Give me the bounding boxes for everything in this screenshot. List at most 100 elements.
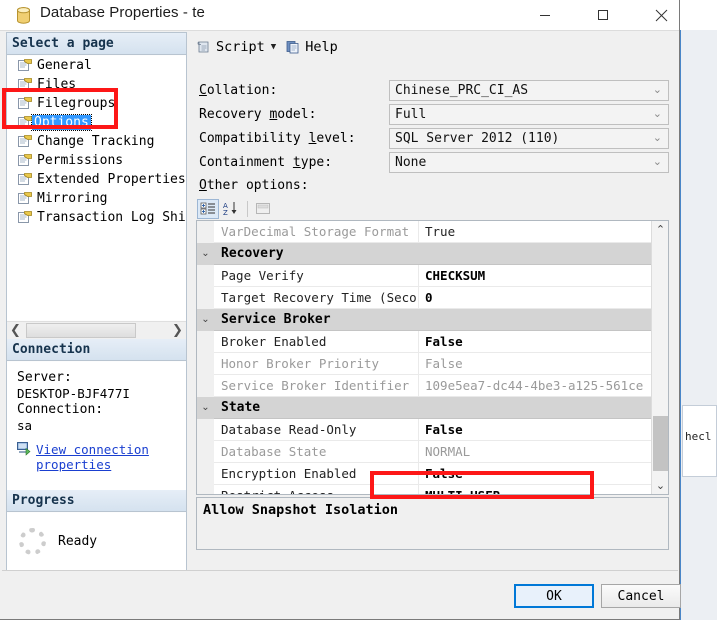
row-gutter (197, 286, 214, 309)
script-label[interactable]: Script (216, 39, 265, 55)
expander-icon[interactable]: ⌄ (197, 396, 214, 419)
page-icon (18, 59, 32, 72)
property-description-pane: Allow Snapshot Isolation (196, 497, 669, 550)
chevron-down-icon[interactable]: ⌄ (653, 83, 662, 96)
compatibility-level-combobox[interactable]: SQL Server 2012 (110) ⌄ (389, 127, 669, 149)
property-row[interactable]: Page Verify CHECKSUM (197, 264, 653, 287)
expander-icon[interactable]: ⌄ (197, 242, 214, 265)
property-value[interactable]: False (419, 463, 653, 485)
progress-header: Progress (7, 490, 186, 512)
sidebar-item-filegroups[interactable]: Filegroups (7, 94, 186, 113)
page-icon (18, 211, 32, 224)
row-gutter (197, 462, 214, 485)
sidebar-item-general[interactable]: General (7, 56, 186, 75)
compatibility-level-row: Compatibility level: SQL Server 2012 (11… (199, 127, 669, 149)
property-grid-scrollbar[interactable]: ⌃ ⌄ (651, 221, 668, 494)
property-value[interactable]: True (419, 221, 653, 243)
property-value[interactable]: MULTI_USER (419, 485, 653, 495)
chevron-down-icon[interactable]: ⌄ (653, 107, 662, 120)
collation-combobox[interactable]: Chinese_PRC_CI_AS ⌄ (389, 79, 669, 101)
sidebar-item-label: Filegroups (37, 96, 116, 111)
sidebar-item-extended-properties[interactable]: Extended Properties (7, 170, 186, 189)
property-row[interactable]: Database State NORMAL (197, 440, 653, 463)
property-name: Service Broker Identifier (214, 374, 419, 397)
property-name: Restrict Access (214, 484, 419, 494)
database-properties-dialog: Database Properties - te Select a page G… (0, 0, 681, 620)
property-value[interactable]: 109e5ea7-dc44-4be3-a125-561ce (419, 375, 653, 397)
close-button[interactable] (638, 0, 684, 30)
property-category-row[interactable]: ⌄ State (197, 396, 653, 419)
property-value[interactable]: False (419, 419, 653, 441)
maximize-button[interactable] (580, 0, 626, 30)
sidebar-item-mirroring[interactable]: Mirroring (7, 189, 186, 208)
chevron-down-icon[interactable]: ▼ (269, 42, 282, 52)
property-row[interactable]: Service Broker Identifier 109e5ea7-dc44-4… (197, 374, 653, 397)
property-name: Service Broker (221, 311, 331, 327)
script-button[interactable]: Script (193, 36, 269, 58)
property-row[interactable]: Encryption Enabled False (197, 462, 653, 485)
containment-type-combobox[interactable]: None ⌄ (389, 151, 669, 173)
help-label[interactable]: Help (305, 39, 338, 55)
property-pages-icon[interactable] (252, 199, 274, 219)
property-value[interactable]: 0 (419, 287, 653, 309)
ok-button[interactable]: OK (514, 584, 594, 608)
sidebar-item-label: Permissions (37, 153, 124, 168)
property-value[interactable]: False (419, 331, 653, 353)
property-name: Recovery (221, 245, 284, 261)
window-title: Database Properties - te (40, 4, 205, 21)
scroll-right-icon[interactable]: ❯ (169, 322, 186, 339)
sidebar-item-change-tracking[interactable]: Change Tracking (7, 132, 186, 151)
property-name: Honor Broker Priority (214, 352, 419, 375)
background-window-right-text: hecl (682, 405, 717, 477)
property-grid-rows[interactable]: VarDecimal Storage Format True ⌄ Recovery Pa… (197, 221, 668, 495)
row-gutter (197, 440, 214, 463)
collation-value: Chinese_PRC_CI_AS (395, 82, 529, 98)
property-category-row[interactable]: ⌄ Service Broker (197, 308, 653, 331)
cancel-button[interactable]: Cancel (601, 584, 681, 608)
property-row[interactable]: Broker Enabled False (197, 330, 653, 353)
select-page-header: Select a page (7, 33, 186, 55)
sidebar-horizontal-scrollbar[interactable]: ❮ ❯ (7, 321, 186, 339)
scroll-left-icon[interactable]: ❮ (7, 322, 24, 339)
property-description-title: Allow Snapshot Isolation (203, 502, 399, 518)
svg-text:Z: Z (223, 209, 228, 216)
recovery-model-value: Full (395, 106, 427, 122)
property-category-row[interactable]: ⌄ Recovery (197, 242, 653, 265)
property-row[interactable]: Restrict Access MULTI_USER (197, 484, 653, 495)
scrollbar-thumb[interactable] (653, 416, 668, 471)
property-value[interactable]: CHECKSUM (419, 265, 653, 287)
page-icon (18, 154, 32, 167)
recovery-model-row: Recovery model: Full ⌄ (199, 103, 669, 125)
sidebar-item-files[interactable]: Files (7, 75, 186, 94)
view-connection-properties-link[interactable]: View connection properties (17, 442, 186, 472)
property-grid[interactable]: VarDecimal Storage Format True ⌄ Recovery Pa… (196, 220, 669, 495)
server-label: Server: (17, 370, 72, 385)
containment-type-row: Containment type: None ⌄ (199, 151, 669, 173)
sidebar-item-options[interactable]: Options (7, 113, 186, 132)
categorized-view-icon[interactable] (197, 198, 219, 219)
property-row[interactable]: VarDecimal Storage Format True (197, 221, 653, 243)
expander-icon[interactable]: ⌄ (197, 308, 214, 331)
property-row[interactable]: Database Read-Only False (197, 418, 653, 441)
chevron-down-icon[interactable]: ⌄ (653, 131, 662, 144)
sidebar-item-permissions[interactable]: Permissions (7, 151, 186, 170)
property-row[interactable]: Honor Broker Priority False (197, 352, 653, 375)
property-value[interactable]: False (419, 353, 653, 375)
row-gutter (197, 330, 214, 353)
help-button[interactable]: Help (282, 36, 342, 58)
chevron-down-icon[interactable]: ⌄ (653, 155, 662, 168)
server-value: DESKTOP-BJF477I (17, 386, 130, 401)
page-icon (18, 116, 32, 129)
recovery-model-combobox[interactable]: Full ⌄ (389, 103, 669, 125)
minimize-button[interactable] (522, 0, 568, 30)
alphabetical-sort-icon[interactable]: A Z (220, 199, 242, 219)
sidebar-item-transaction-log-shi[interactable]: Transaction Log Shi (7, 208, 186, 227)
scrollbar-thumb[interactable] (26, 323, 136, 338)
property-value[interactable]: NORMAL (419, 441, 653, 463)
script-icon (197, 40, 216, 54)
page-list[interactable]: General Files Filegroups Options Change … (7, 56, 186, 320)
view-connection-properties-label[interactable]: View connection properties (32, 442, 178, 472)
scroll-up-icon[interactable]: ⌃ (652, 221, 668, 238)
property-row[interactable]: Target Recovery Time (Seco 0 (197, 286, 653, 309)
scroll-down-icon[interactable]: ⌄ (652, 477, 668, 494)
